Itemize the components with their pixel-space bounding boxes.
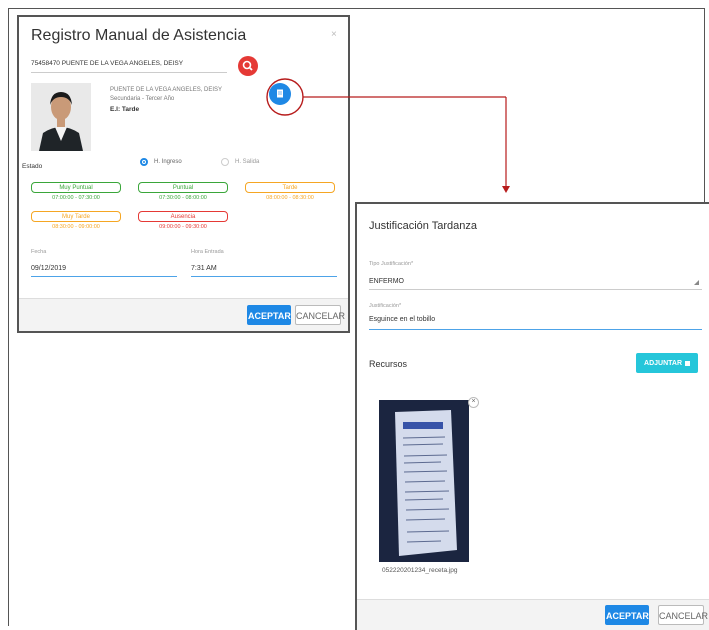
justification-dialog: Justificación Tardanza Tipo Justificació… (355, 202, 709, 630)
file-name: 052220201234_receta.jpg (382, 567, 458, 574)
tipo-underline (369, 289, 702, 290)
tipo-label: Tipo Justificación* (369, 261, 414, 267)
receipt-image (379, 400, 469, 562)
receipt-thumbnail[interactable] (379, 400, 469, 562)
justificacion-input[interactable]: Esguince en el tobillo (369, 316, 435, 323)
cancel-button[interactable]: CANCELAR (658, 605, 708, 625)
accept-button[interactable]: ACEPTAR (605, 605, 649, 625)
tipo-select[interactable]: ENFERMO (369, 278, 404, 285)
dropdown-arrow-icon[interactable] (694, 280, 699, 285)
recursos-label: Recursos (369, 359, 408, 369)
adjuntar-label: ADJUNTAR (644, 360, 683, 367)
dialog-title: Justificación Tardanza (369, 220, 478, 232)
justificacion-label: Justificación* (369, 303, 402, 309)
justificacion-underline (369, 329, 702, 330)
dialog-footer: ACEPTAR CANCELAR (357, 599, 709, 630)
adjuntar-button[interactable]: ADJUNTAR (636, 353, 698, 373)
remove-file-icon[interactable]: × (468, 397, 479, 408)
attach-icon (684, 360, 690, 366)
